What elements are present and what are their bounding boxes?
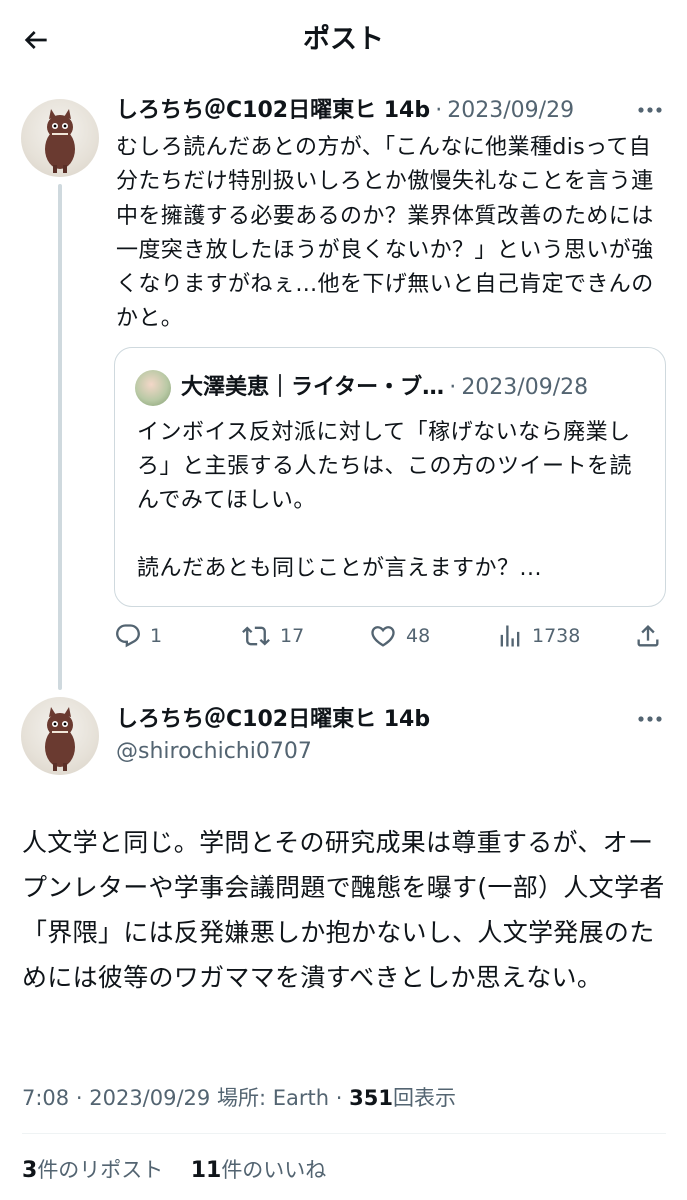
avatar[interactable] [21,99,99,177]
user-handle[interactable]: @shirochichi0707 [116,736,312,768]
post-metadata: 7:08 · 2023/09/29 場所: Earth · 351回表示 [22,1080,456,1116]
repost-icon [242,626,270,646]
meta-separator: · [435,98,443,123]
repost-stat[interactable]: 3件のリポスト [22,1158,164,1183]
thread-connector-line [58,184,62,690]
tweet1-header: しろちち＠C102日曜東ヒ 14b · 2023/09/29 [116,92,616,130]
quote-avatar [135,370,171,406]
location-label: 場所: [216,1086,267,1110]
display-name[interactable]: しろちち＠C102日曜東ヒ 14b [116,98,430,123]
like-total: 11 [190,1158,222,1183]
main-post-text: 人文学と同じ。学問とその研究成果は尊重するが、オープンレターや学事会議問題で醜態… [22,828,665,992]
divider [22,1133,666,1134]
meta-separator: · [335,1086,343,1110]
post-date[interactable]: 2023/09/29 [89,1086,210,1110]
quote-header: 大澤美恵｜ライター・ブ… · 2023/09/28 [181,368,651,408]
quote-separator: · [449,375,457,400]
like-stat[interactable]: 11件のいいね [190,1158,327,1183]
view-count: 351 [349,1086,393,1110]
quote-text: インボイス反対派に対して「稼げないなら廃業しろ」と主張する人たちは、この方のツイ… [137,416,647,586]
quote-text-paragraph-2: 読んだあとも同じことが言えますか？... [137,556,542,581]
avatar-image [45,707,75,771]
quoted-post-card[interactable]: 大澤美恵｜ライター・ブ… · 2023/09/28 インボイス反対派に対して「稼… [114,347,666,607]
page-title: ポスト [303,24,384,55]
action-bar: 1 17 48 1738 [114,618,666,654]
quote-date: 2023/09/28 [461,375,589,400]
quote-display-name: 大澤美恵｜ライター・ブ… [181,375,445,400]
repost-button[interactable]: 17 [240,618,304,654]
like-button[interactable]: 48 [368,618,430,654]
post-date[interactable]: 2023/09/29 [447,98,574,123]
views-icon [500,625,520,647]
post-time[interactable]: 7:08 [22,1086,69,1110]
views-button[interactable]: 1738 [496,618,580,654]
reply-count: 1 [150,625,163,647]
more-icon [638,716,662,722]
avatar-image [45,109,75,173]
quote-text-paragraph-1: インボイス反対派に対して「稼げないなら廃業しろ」と主張する人たちは、この方のツイ… [137,420,633,513]
view-count: 1738 [532,625,581,647]
quote-paragraph-gap [137,518,647,552]
avatar[interactable] [21,697,99,775]
repost-stat-label: 件のリポスト [37,1158,164,1182]
repost-count: 17 [280,625,305,647]
display-name[interactable]: しろちち＠C102日曜東ヒ 14b [116,704,430,736]
reply-button[interactable]: 1 [114,618,162,654]
more-icon [638,107,662,113]
more-options-button[interactable] [632,704,668,734]
top-bar: ポスト [0,0,687,80]
tweet-text: むしろ読んだあとの方が、「こんなに他業種disって自分たちだけ特別扱いしろとか傲… [116,135,654,332]
like-stat-label: 件のいいね [221,1158,327,1182]
engagement-stats: 3件のリポスト 11件のいいね [22,1150,326,1190]
share-icon [637,625,659,647]
like-icon [371,626,395,647]
reply-icon [116,624,140,648]
more-options-button[interactable] [632,95,668,125]
location-value: Earth [272,1086,330,1110]
views-label: 回表示 [392,1086,456,1110]
repost-total: 3 [22,1158,38,1183]
meta-separator: · [75,1086,83,1110]
like-count: 48 [406,625,431,647]
share-button[interactable] [634,618,662,654]
